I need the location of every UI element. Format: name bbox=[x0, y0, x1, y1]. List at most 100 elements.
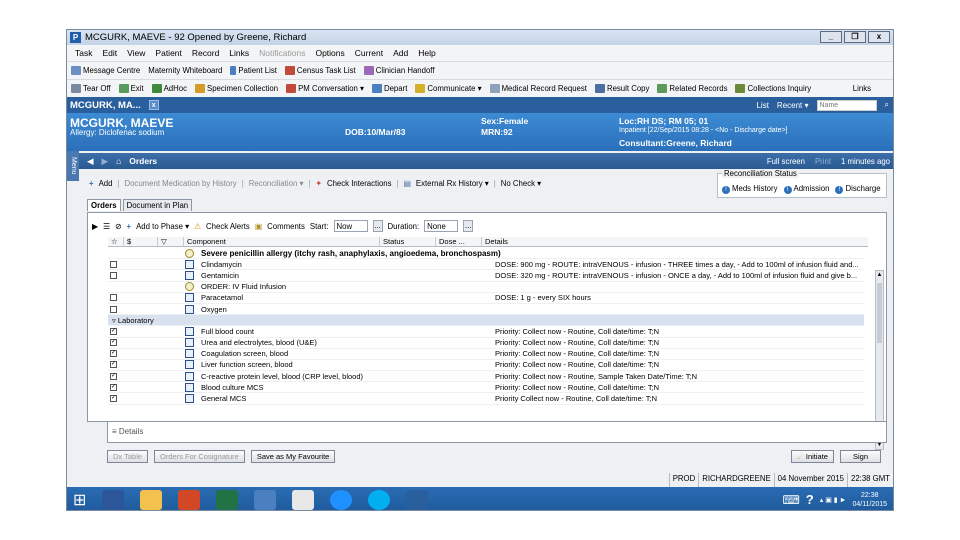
table-row[interactable]: Paracetamol DOSE: 1 g - every SIX hours bbox=[108, 293, 864, 304]
scroll-thumb[interactable] bbox=[877, 283, 882, 343]
collapse-icon[interactable]: ▶ bbox=[92, 222, 98, 231]
start-input[interactable]: Now bbox=[333, 220, 368, 232]
folder-icon[interactable] bbox=[140, 489, 163, 510]
menu-patient[interactable]: Patient bbox=[155, 48, 181, 58]
initiate-button[interactable]: ☄ Initiate bbox=[791, 449, 834, 463]
print-button[interactable]: Print bbox=[815, 157, 831, 166]
word-icon[interactable] bbox=[102, 489, 125, 510]
pm-conversation-button[interactable]: PM Conversation ▾ bbox=[286, 84, 364, 93]
table-row[interactable]: ✓ General MCS Priority Collect now - Routi… bbox=[108, 393, 864, 405]
order-checkbox[interactable]: ✓ bbox=[110, 339, 117, 347]
restore-button[interactable]: ❐ bbox=[844, 31, 866, 43]
result-copy-button[interactable]: Result Copy bbox=[594, 84, 649, 93]
table-row[interactable]: ✓ Blood culture MCS Priority: Collect now … bbox=[108, 382, 864, 394]
table-row[interactable]: Gentamicin DOSE: 320 mg - ROUTE: intraVEN… bbox=[108, 270, 864, 282]
message-centre-button[interactable]: Message Centre bbox=[71, 66, 140, 75]
options-icon[interactable]: ☰ bbox=[103, 222, 110, 231]
collections-inquiry-button[interactable]: Collections Inquiry bbox=[735, 84, 811, 93]
menu-edit[interactable]: Edit bbox=[102, 48, 117, 58]
close-button[interactable]: x bbox=[868, 31, 890, 43]
menu-task[interactable]: Task bbox=[75, 48, 92, 58]
order-checkbox[interactable] bbox=[110, 305, 117, 313]
table-row[interactable]: ✓ C-reactive protein level, blood (CRP le… bbox=[108, 371, 864, 383]
col-flag[interactable]: ☆ bbox=[108, 237, 124, 246]
order-checkbox[interactable]: ✓ bbox=[110, 350, 117, 358]
order-checkbox[interactable] bbox=[110, 294, 117, 302]
table-row[interactable]: Severe penicillin allergy (itchy rash, a… bbox=[108, 248, 864, 260]
close-tab-icon[interactable]: x bbox=[148, 100, 159, 110]
section-row[interactable]: ▿ Laboratory bbox=[108, 315, 864, 327]
table-row[interactable]: Oxygen bbox=[108, 304, 864, 316]
scroll-up-icon[interactable]: ▲ bbox=[876, 271, 883, 279]
tab-orders[interactable]: Orders bbox=[87, 199, 121, 211]
order-checkbox[interactable]: ✓ bbox=[110, 361, 117, 369]
col-status[interactable]: Status bbox=[380, 237, 436, 246]
order-checkbox[interactable]: ✓ bbox=[110, 327, 117, 335]
external-rx-button[interactable]: External Rx History ▾ bbox=[416, 179, 489, 188]
recent-button[interactable]: Recent ▾ bbox=[777, 101, 809, 110]
menu-notifications[interactable]: Notifications bbox=[259, 48, 305, 58]
menu-links[interactable]: Links bbox=[229, 48, 249, 58]
list-button[interactable]: List bbox=[756, 101, 768, 110]
document-medication-button[interactable]: Document Medication by History bbox=[124, 179, 236, 188]
add-to-phase-button[interactable]: Add to Phase ▾ bbox=[136, 222, 189, 231]
table-row[interactable]: Clindamycin DOSE: 900 mg - ROUTE: intraVE… bbox=[108, 259, 864, 271]
col-component[interactable]: Component bbox=[184, 237, 380, 246]
order-checkbox[interactable]: ✓ bbox=[110, 372, 117, 380]
start-picker-button[interactable]: ... bbox=[372, 220, 383, 232]
col-filter[interactable]: ▽ bbox=[158, 237, 184, 246]
powerchart-icon[interactable] bbox=[406, 489, 429, 510]
links-button[interactable]: Links bbox=[853, 84, 871, 93]
order-checkbox[interactable]: ✓ bbox=[110, 383, 117, 391]
patient-list-button[interactable]: Patient List bbox=[230, 66, 277, 75]
back-icon[interactable]: ◀ bbox=[87, 156, 94, 167]
communicate-button[interactable]: Communicate ▾ bbox=[415, 84, 482, 93]
home-icon[interactable]: ⌂ bbox=[116, 156, 121, 166]
search-icon[interactable]: ⌕ bbox=[885, 100, 889, 110]
order-checkbox[interactable] bbox=[110, 271, 117, 279]
internet-explorer-icon[interactable] bbox=[330, 489, 353, 510]
table-row[interactable]: ✓ Full blood count Priority: Collect now -… bbox=[108, 326, 864, 338]
skype-icon[interactable] bbox=[368, 489, 391, 510]
adhoc-button[interactable]: AdHoc bbox=[151, 84, 187, 93]
census-task-list-button[interactable]: Census Task List bbox=[284, 66, 356, 75]
specimen-collection-button[interactable]: Specimen Collection bbox=[195, 84, 278, 93]
order-checkbox[interactable]: ✓ bbox=[110, 395, 117, 403]
powerpoint-icon[interactable] bbox=[178, 489, 201, 510]
refresh-time[interactable]: 1 minutes ago bbox=[841, 157, 890, 166]
minimize-button[interactable]: _ bbox=[820, 31, 842, 43]
exit-button[interactable]: Exit bbox=[118, 84, 144, 93]
order-checkbox[interactable] bbox=[110, 260, 117, 268]
check-interactions-button[interactable]: Check Interactions bbox=[327, 179, 392, 188]
table-row[interactable]: ✓ Coagulation screen, blood Priority: Coll… bbox=[108, 349, 864, 360]
depart-button[interactable]: Depart bbox=[371, 84, 407, 93]
related-records-button[interactable]: Related Records bbox=[657, 84, 727, 93]
windows-start-icon[interactable]: ⊞ bbox=[73, 490, 86, 510]
side-menu-toggle[interactable]: Menu bbox=[67, 151, 79, 181]
col-details[interactable]: Details bbox=[482, 237, 868, 246]
tray-icons[interactable]: ▴ ▣ ▮ ► bbox=[820, 496, 847, 504]
col-dose[interactable]: Dose ... bbox=[436, 237, 482, 246]
forward-icon[interactable]: ▶ bbox=[102, 156, 109, 167]
duration-input[interactable]: None bbox=[424, 220, 459, 232]
excel-icon[interactable] bbox=[216, 489, 239, 510]
discharge-status[interactable]: ! Discharge bbox=[835, 184, 881, 194]
medical-record-request-button[interactable]: Medical Record Request bbox=[489, 84, 587, 93]
tab-document-in-plan[interactable]: Document in Plan bbox=[122, 199, 193, 211]
keyboard-icon[interactable]: ⌨ bbox=[782, 493, 799, 507]
reconciliation-button[interactable]: Reconciliation ▾ bbox=[249, 179, 304, 188]
table-row[interactable]: ✓ Liver function screen, blood Priority: C… bbox=[108, 360, 864, 372]
patient-tab[interactable]: MCGURK, MA... bbox=[70, 100, 141, 111]
clinician-handoff-button[interactable]: Clinician Handoff bbox=[363, 66, 435, 75]
meds-history-status[interactable]: ! Meds History bbox=[722, 184, 778, 194]
save-as-favourite-button[interactable]: Save as My Favourite bbox=[250, 449, 336, 463]
admission-status[interactable]: ! Admission bbox=[783, 184, 829, 194]
dx-table-button[interactable]: Dx Table bbox=[107, 449, 149, 463]
add-button[interactable]: Add bbox=[99, 179, 113, 188]
calculator-icon[interactable] bbox=[292, 489, 315, 510]
sign-button[interactable]: Sign bbox=[839, 449, 881, 463]
menu-current[interactable]: Current bbox=[355, 48, 383, 58]
menu-record[interactable]: Record bbox=[192, 48, 219, 58]
patient-search-input[interactable] bbox=[816, 99, 877, 111]
help-icon[interactable]: ? bbox=[806, 492, 814, 507]
